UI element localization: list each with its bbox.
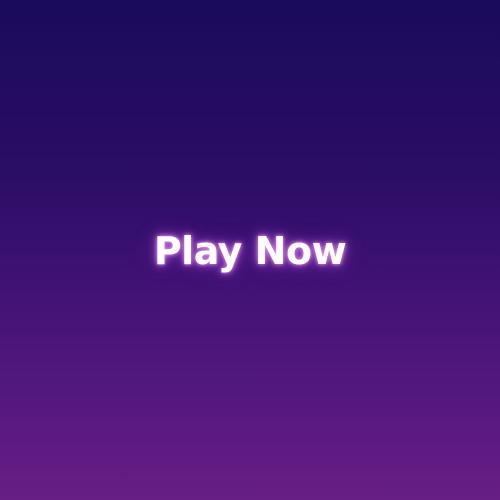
- start-screen: Play Now: [0, 0, 500, 500]
- play-now-button[interactable]: Play Now: [154, 232, 347, 270]
